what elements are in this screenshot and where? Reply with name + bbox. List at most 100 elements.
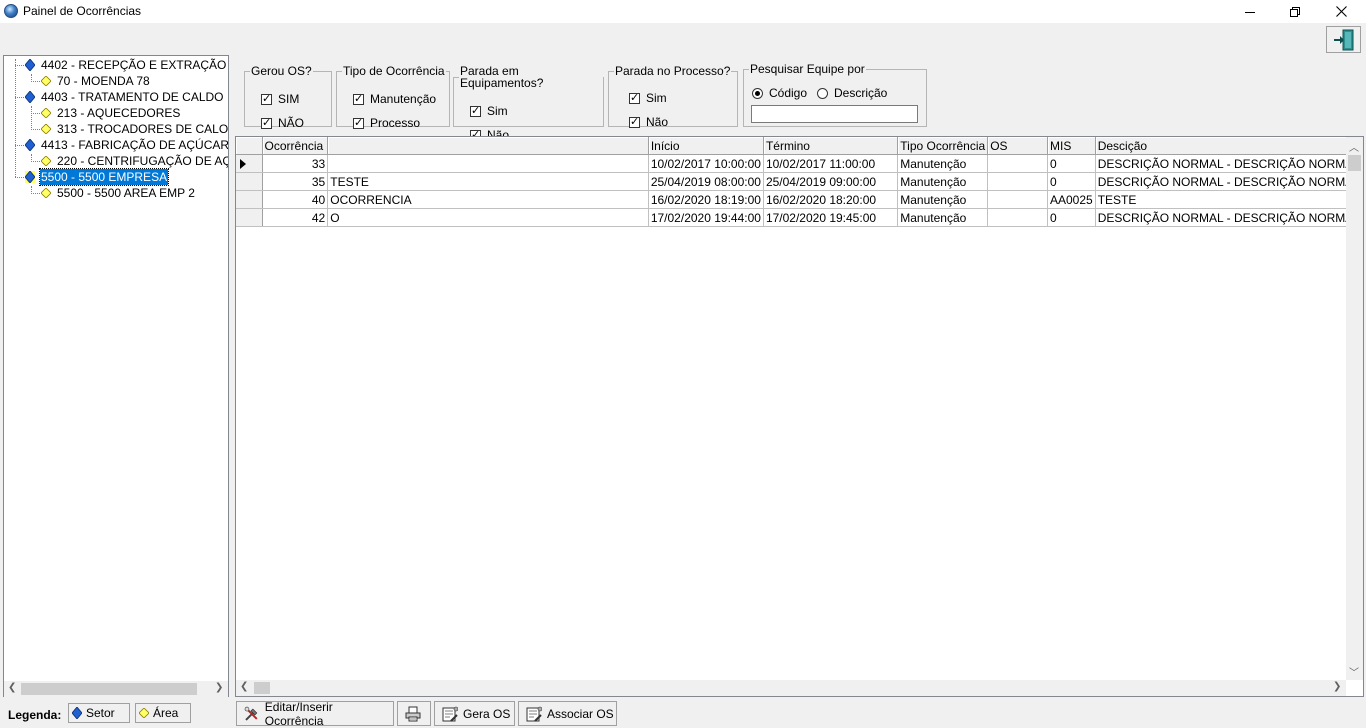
restore-button[interactable] (1272, 0, 1318, 23)
scroll-right-icon[interactable]: ❯ (1333, 681, 1341, 692)
table-row[interactable]: 42 O 17/02/2020 19:44:00 17/02/2020 19:4… (236, 208, 1363, 227)
occurrences-table: Ocorrência Início Término Tipo Ocorrênci… (236, 137, 1363, 227)
scroll-thumb[interactable] (254, 682, 270, 694)
row-indicator[interactable] (236, 190, 263, 209)
cell-name[interactable]: TESTE (327, 172, 649, 191)
row-indicator[interactable] (236, 154, 263, 173)
cell-name[interactable] (327, 154, 649, 173)
scroll-up-icon[interactable]: ︿ (1349, 139, 1359, 154)
radio-label: Descrição (834, 86, 888, 100)
cell-termino[interactable]: 16/02/2020 18:20:00 (763, 190, 899, 209)
checkbox-label: Sim (646, 91, 667, 105)
cell-os[interactable] (987, 154, 1048, 173)
cell-ocorrencia[interactable]: 33 (262, 154, 329, 173)
gerou-os-sim-checkbox[interactable]: SIM (261, 92, 299, 106)
sector-tree[interactable]: 4402 - RECEPÇÃO E EXTRAÇÃO 70 - MOENDA 7… (3, 55, 229, 697)
table-row[interactable]: 33 10/02/2017 10:00:00 10/02/2017 11:00:… (236, 154, 1363, 173)
cell-mis[interactable]: 0 (1047, 172, 1096, 191)
cell-tipo[interactable]: Manutenção (897, 154, 989, 173)
legend-area-label: Área (153, 706, 179, 720)
column-header-blank[interactable] (327, 137, 649, 155)
cell-os[interactable] (987, 172, 1048, 191)
row-indicator[interactable] (236, 172, 263, 191)
gerou-os-nao-checkbox[interactable]: NÃO (261, 116, 304, 130)
exit-button[interactable] (1326, 26, 1361, 53)
title-bar: Painel de Ocorrências (0, 0, 1366, 23)
table-row[interactable]: 40 OCORRENCIA 16/02/2020 18:19:00 16/02/… (236, 190, 1363, 209)
tree-horizontal-scrollbar[interactable]: ❮ ❯ (4, 681, 228, 697)
cell-descricao[interactable]: TESTE (1095, 190, 1363, 209)
cell-tipo[interactable]: Manutenção (897, 190, 989, 209)
column-header-tipo[interactable]: Tipo Ocorrência (897, 137, 989, 155)
cell-mis[interactable]: AA0025 (1047, 190, 1096, 209)
scroll-thumb[interactable] (1348, 155, 1361, 171)
setor-diamond-icon (25, 59, 35, 71)
row-indicator[interactable] (236, 208, 263, 227)
button-label: Associar OS (547, 706, 614, 721)
area-diamond-icon (41, 108, 51, 118)
cell-ocorrencia[interactable]: 35 (262, 172, 329, 191)
cell-ocorrencia[interactable]: 42 (262, 208, 329, 227)
cell-os[interactable] (987, 190, 1048, 209)
parada-equipamentos-group: Parada em Equipamentos? Sim Não (453, 65, 604, 142)
edit-insert-occurrence-button[interactable]: Editar/Inserir Ocorrência (236, 700, 394, 728)
tipo-manutencao-checkbox[interactable]: Manutenção (353, 92, 436, 106)
cell-descricao[interactable]: DESCRIÇÃO NORMAL - DESCRIÇÃO NORMAL (1095, 172, 1363, 191)
associar-os-button[interactable]: Associar OS (518, 701, 617, 726)
parada-proc-sim-checkbox[interactable]: Sim (629, 91, 667, 105)
parada-equip-sim-checkbox[interactable]: Sim (470, 104, 508, 118)
cell-mis[interactable]: 0 (1047, 154, 1096, 173)
cell-name[interactable]: O (327, 208, 649, 227)
legend-setor: Setor (68, 703, 130, 723)
search-team-input[interactable] (751, 105, 918, 123)
radio-descricao[interactable]: Descrição (817, 86, 887, 100)
cell-termino[interactable]: 17/02/2020 19:45:00 (763, 208, 899, 227)
table-row[interactable]: 35 TESTE 25/04/2019 08:00:00 25/04/2019 … (236, 172, 1363, 191)
cell-termino[interactable]: 25/04/2019 09:00:00 (763, 172, 899, 191)
minimize-button[interactable] (1227, 0, 1273, 23)
cell-tipo[interactable]: Manutenção (897, 172, 989, 191)
scroll-left-icon[interactable]: ❮ (240, 681, 248, 692)
cell-tipo[interactable]: Manutenção (897, 208, 989, 227)
gera-os-button[interactable]: Gera OS (434, 701, 515, 726)
occurrences-grid[interactable]: Ocorrência Início Término Tipo Ocorrênci… (235, 136, 1364, 697)
cell-inicio[interactable]: 10/02/2017 10:00:00 (648, 154, 764, 173)
radio-unselected-icon (817, 87, 828, 99)
cell-descricao[interactable]: DESCRIÇÃO NORMAL - DESCRIÇÃO NORMAL (1095, 208, 1363, 227)
tree-node-label: 213 - AQUECEDORES (57, 106, 181, 120)
column-header-termino[interactable]: Término (763, 137, 899, 155)
scroll-thumb[interactable] (21, 683, 197, 695)
column-header-os[interactable]: OS (987, 137, 1048, 155)
tipo-processo-checkbox[interactable]: Processo (353, 116, 420, 130)
radio-codigo[interactable]: Código (752, 86, 807, 100)
grid-horizontal-scrollbar[interactable]: ❮ ❯ (236, 680, 1346, 696)
tree-node-label: 5500 - 5500 EMPRESA (38, 168, 170, 186)
cell-inicio[interactable]: 17/02/2020 19:44:00 (648, 208, 764, 227)
cell-termino[interactable]: 10/02/2017 11:00:00 (763, 154, 899, 173)
column-header-ocorrencia[interactable]: Ocorrência (262, 137, 329, 155)
radio-label: Código (769, 86, 808, 100)
area-diamond-icon (41, 188, 51, 198)
cell-ocorrencia[interactable]: 40 (262, 190, 329, 209)
cell-inicio[interactable]: 25/04/2019 08:00:00 (648, 172, 764, 191)
print-button[interactable] (397, 701, 431, 726)
grid-vertical-scrollbar[interactable]: ︿ ﹀ (1346, 137, 1363, 680)
scroll-down-icon[interactable]: ﹀ (1349, 664, 1359, 679)
checkbox-checked-icon (353, 92, 364, 105)
cell-mis[interactable]: 0 (1047, 208, 1096, 227)
cell-descricao[interactable]: DESCRIÇÃO NORMAL - DESCRIÇÃO NORMAL (1095, 154, 1363, 173)
legend-title: Legenda: (8, 708, 62, 722)
cell-name[interactable]: OCORRENCIA (327, 190, 649, 209)
tree-node-label: 70 - MOENDA 78 (57, 74, 150, 88)
cell-inicio[interactable]: 16/02/2020 18:19:00 (648, 190, 764, 209)
cell-os[interactable] (987, 208, 1048, 227)
column-header-descricao[interactable]: Descição (1095, 137, 1363, 155)
parada-proc-nao-checkbox[interactable]: Não (629, 115, 668, 129)
scroll-left-icon[interactable]: ❮ (8, 682, 16, 693)
column-header-mis[interactable]: MIS (1047, 137, 1096, 155)
column-header-inicio[interactable]: Início (648, 137, 764, 155)
close-window-button[interactable] (1318, 0, 1364, 23)
checkbox-checked-icon (629, 115, 640, 128)
tree-node-label: 5500 - 5500 AREA EMP 2 (57, 186, 195, 200)
scroll-right-icon[interactable]: ❯ (215, 682, 223, 693)
